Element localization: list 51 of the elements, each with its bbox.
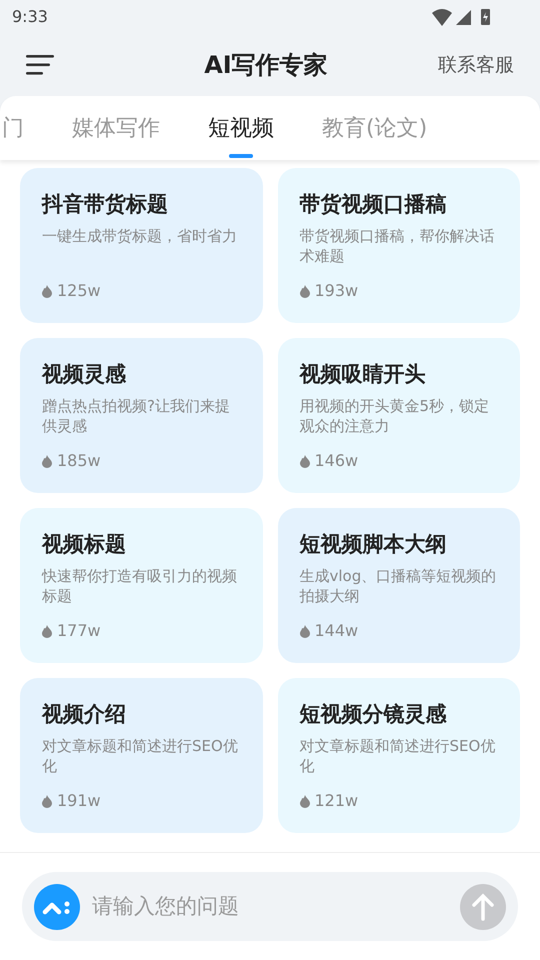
logo-icon [34,884,80,930]
card-title: 抖音带货标题 [42,191,169,218]
usage-count: 146w [314,450,358,472]
flame-icon [300,454,310,468]
feature-card[interactable]: 抖音带货标题 一键生成带货标题，省时省力 125w [20,168,262,323]
feature-card[interactable]: 视频吸睛开头 用视频的开头黄金5秒，锁定观众的注意力 146w [278,338,520,493]
app-title: AI写作专家 [204,50,328,81]
question-input[interactable]: 请输入您的问题 [92,890,460,922]
feature-card[interactable]: 带货视频口播稿 带货视频口播稿，帮你解决话术难题 193w [278,168,520,323]
usage-count: 185w [57,450,101,472]
flame-icon [300,284,310,298]
card-description: 蹭点热点拍视频?让我们来提供灵感 [42,396,231,436]
usage-count: 121w [314,790,358,812]
status-time: 9:33 [12,6,48,28]
card-description: 用视频的开头黄金5秒，锁定观众的注意力 [300,396,490,436]
card-description: 快速帮你打造有吸引力的视频标题 [42,566,238,606]
category-tab[interactable]: 短视频 [208,96,274,160]
wifi-icon [432,8,452,26]
question-field[interactable]: 请输入您的问题 [22,872,518,941]
feature-card[interactable]: 短视频分镜灵感 对文章标题和简述进行SEO优化 121w [278,678,520,833]
menu-icon[interactable] [26,54,54,76]
card-description: 带货视频口播稿，帮你解决话术难题 [300,226,496,266]
flame-icon [42,284,52,298]
feature-card[interactable]: 短视频脚本大纲 生成vlog、口播稿等短视频的拍摄大纲 144w [278,508,520,663]
flame-icon [42,794,52,808]
card-description: 对文章标题和简述进行SEO优化 [300,736,496,776]
feature-card[interactable]: 视频标题 快速帮你打造有吸引力的视频标题 177w [20,508,262,663]
usage-count: 144w [314,620,358,642]
flame-icon [42,454,52,468]
card-title: 短视频脚本大纲 [300,531,448,558]
feature-card[interactable]: 视频介绍 对文章标题和简述进行SEO优化 191w [20,678,262,833]
signal-icon [456,10,471,24]
card-title: 视频灵感 [42,361,127,388]
card-title: 视频吸睛开头 [300,361,426,388]
feature-card[interactable]: 视频灵感 蹭点热点拍视频?让我们来提供灵感 185w [20,338,262,493]
usage-count: 177w [57,620,101,642]
flame-icon [42,624,52,638]
usage-count: 193w [314,280,358,302]
card-description: 生成vlog、口播稿等短视频的拍摄大纲 [300,566,498,606]
card-title: 短视频分镜灵感 [300,701,448,728]
card-title: 视频介绍 [42,701,127,728]
contact-support-link[interactable]: 联系客服 [438,50,514,80]
usage-count: 191w [57,790,101,812]
card-title: 带货视频口播稿 [300,191,448,218]
card-title: 视频标题 [42,531,127,558]
usage-count: 125w [57,280,101,302]
card-description: 对文章标题和简述进行SEO优化 [42,736,239,776]
card-description: 一键生成带货标题，省时省力 [42,226,238,247]
flame-icon [300,624,310,638]
battery-icon [481,9,490,25]
flame-icon [300,794,310,808]
